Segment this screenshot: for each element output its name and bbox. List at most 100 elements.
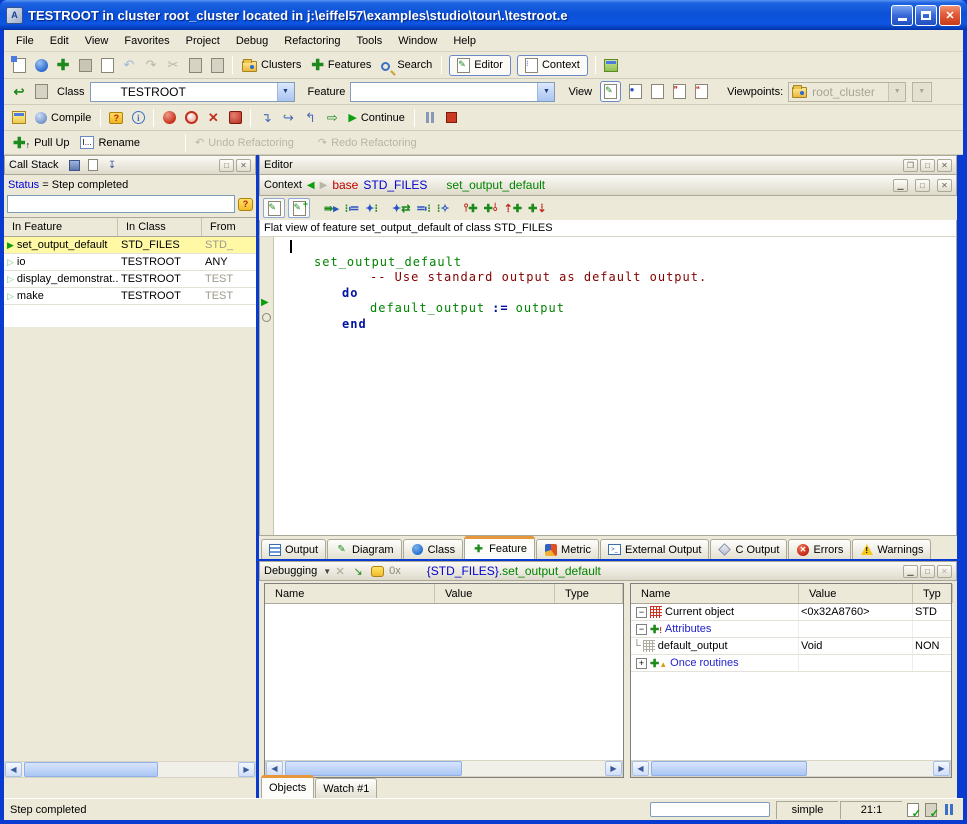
compile-button[interactable]: Compile xyxy=(30,110,96,126)
text-view-button[interactable]: ✎ xyxy=(600,81,621,102)
history-back-icon[interactable]: ◀ xyxy=(307,180,315,191)
tab-errors[interactable]: ✕Errors xyxy=(788,539,851,559)
scroll-left-icon[interactable]: ◀ xyxy=(5,762,22,777)
continue-button[interactable]: ▶ Continue xyxy=(343,109,410,126)
menu-refactoring[interactable]: Refactoring xyxy=(276,32,348,50)
add-icon[interactable]: ✚ xyxy=(54,56,72,74)
maximize-button[interactable] xyxy=(915,5,937,26)
back-icon[interactable]: ↩ xyxy=(10,83,28,101)
call-stack-import-icon[interactable]: ↧ xyxy=(105,158,120,173)
call-stack-maximize-icon[interactable]: □ xyxy=(219,159,234,172)
debugging-titlebar[interactable]: Debugging ▼ ✕ ↘ 0x {STD_FILES}.set_outpu… xyxy=(259,561,957,581)
homonyms-view-icon[interactable]: ⁝✧ xyxy=(437,202,450,215)
tab-class[interactable]: Class xyxy=(403,539,464,559)
objects-col-value[interactable]: Value xyxy=(799,584,913,603)
step-out-icon[interactable]: ↰ xyxy=(301,109,319,127)
context-minimize-icon[interactable]: ▁ xyxy=(893,179,908,192)
disable-breakpoints-icon[interactable] xyxy=(182,109,200,127)
call-stack-row[interactable]: ▷display_demonstrat... TESTROOT TEST xyxy=(4,271,256,288)
call-stack-save-icon[interactable] xyxy=(67,158,82,173)
clusters-button[interactable]: Clusters xyxy=(237,56,306,74)
step-over-icon[interactable]: ↪ xyxy=(279,109,297,127)
tab-watch-1[interactable]: Watch #1 xyxy=(315,778,377,798)
scroll-right-icon[interactable]: ▶ xyxy=(238,762,255,777)
call-stack-row[interactable]: ▷io TESTROOT ANY xyxy=(4,254,256,271)
breadcrumb-class[interactable]: STD_FILES xyxy=(363,178,427,192)
col-in-class[interactable]: In Class xyxy=(118,218,202,236)
object-tree-row[interactable]: └default_output Void NON xyxy=(631,638,951,655)
tab-output[interactable]: Output xyxy=(261,539,326,559)
assignees-view-icon[interactable]: ≕⁝ xyxy=(416,202,431,215)
menu-help[interactable]: Help xyxy=(445,32,484,50)
debugging-maximize-icon[interactable]: □ xyxy=(920,565,935,578)
tab-c-output[interactable]: C Output xyxy=(710,539,787,559)
collapse-icon[interactable]: − xyxy=(636,607,647,618)
edit-feature-icon[interactable]: ✎ xyxy=(263,198,285,218)
pull-up-button[interactable]: ✚↑ Pull Up xyxy=(8,132,75,154)
watch-hscrollbar[interactable]: ◀ ▶ xyxy=(265,760,623,777)
class-combo[interactable]: TESTROOT ▼ xyxy=(90,82,295,102)
watch-table-body[interactable] xyxy=(265,604,623,760)
rename-button[interactable]: I... Rename xyxy=(75,134,145,151)
descendants-view-icon[interactable]: ✚⫰ xyxy=(484,202,498,215)
tab-warnings[interactable]: !Warnings xyxy=(852,539,931,559)
menu-project[interactable]: Project xyxy=(178,32,228,50)
call-stack-titlebar[interactable]: Call Stack ↧ □ ✕ xyxy=(4,155,256,175)
implementers-view-icon[interactable]: ✦⇄ xyxy=(392,202,410,215)
menu-debug[interactable]: Debug xyxy=(228,32,276,50)
menu-file[interactable]: File xyxy=(8,32,42,50)
breakpoints-window-icon[interactable] xyxy=(226,109,244,127)
watch-col-type[interactable]: Type xyxy=(555,584,623,603)
scroll-thumb[interactable] xyxy=(651,761,807,776)
title-bar[interactable]: A TESTROOT in cluster root_cluster locat… xyxy=(0,0,967,30)
objects-table-header[interactable]: Name Value Typ xyxy=(631,584,951,604)
features-button[interactable]: ✚ Features xyxy=(306,54,376,76)
objects-table-body[interactable]: −Current object <0x32A8760> STD −✚!Attri… xyxy=(631,604,951,760)
search-button[interactable]: Search xyxy=(376,57,437,73)
feature-combo[interactable]: ▼ xyxy=(350,82,555,102)
clickable-view-icon[interactable]: ● xyxy=(626,83,644,101)
objects-hscrollbar[interactable]: ◀ ▶ xyxy=(631,760,951,777)
scroll-left-icon[interactable]: ◀ xyxy=(266,761,283,776)
compile-ok-icon[interactable] xyxy=(905,802,921,817)
collapse-icon[interactable]: − xyxy=(636,624,647,635)
editor-gutter[interactable]: ▶ xyxy=(260,237,274,535)
tab-diagram[interactable]: ✎Diagram xyxy=(327,539,402,559)
expand-icon[interactable]: + xyxy=(636,658,647,669)
breakpoint-slot-icon[interactable] xyxy=(262,313,271,322)
go-to-feature-icon[interactable]: ⇛▸ xyxy=(324,202,339,215)
object-tree-row[interactable]: −Current object <0x32A8760> STD xyxy=(631,604,951,621)
hex-format-label[interactable]: 0x xyxy=(389,565,401,577)
call-stack-row[interactable]: ▶set_output_default STD_FILES STD_ xyxy=(4,237,256,254)
objects-col-type[interactable]: Typ xyxy=(913,584,953,603)
contract-view-icon[interactable]: ❞ xyxy=(670,83,688,101)
objects-col-name[interactable]: Name xyxy=(631,584,799,603)
menu-view[interactable]: View xyxy=(77,32,117,50)
remove-breakpoints-icon[interactable]: ✕ xyxy=(204,109,222,127)
query-bubble-icon[interactable] xyxy=(369,562,385,580)
watch-col-name[interactable]: Name xyxy=(265,584,435,603)
tab-external-output[interactable]: >_External Output xyxy=(600,539,709,559)
watch-col-value[interactable]: Value xyxy=(435,584,555,603)
tab-objects[interactable]: Objects xyxy=(261,775,314,798)
pause-icon[interactable] xyxy=(421,109,439,127)
step-into-icon[interactable]: ↴ xyxy=(257,109,275,127)
editor-float-icon[interactable]: ❐ xyxy=(903,159,918,172)
stop-icon[interactable] xyxy=(443,109,461,127)
creators-view-icon[interactable]: ✦⁝ xyxy=(365,202,378,215)
tab-metric[interactable]: Metric xyxy=(536,539,599,559)
scroll-right-icon[interactable]: ▶ xyxy=(605,761,622,776)
project-saved-icon[interactable] xyxy=(923,802,939,817)
assigners-view-icon[interactable]: ⁝≔ xyxy=(345,202,360,215)
stack-depth-input[interactable] xyxy=(7,195,235,213)
exception-info-icon[interactable]: i xyxy=(129,109,147,127)
run-to-cursor-icon[interactable]: ⇨ xyxy=(323,109,341,127)
minimize-button[interactable] xyxy=(891,5,913,26)
breadcrumb-cluster[interactable]: base xyxy=(332,178,358,192)
menu-tools[interactable]: Tools xyxy=(349,32,391,50)
menu-favorites[interactable]: Favorites xyxy=(116,32,177,50)
call-stack-row[interactable]: ▷make TESTROOT TEST xyxy=(4,288,256,305)
ancestors-view-icon[interactable]: ⫯✚ xyxy=(464,202,478,215)
code-area[interactable]: set_output_default -- Use standard outpu… xyxy=(274,237,956,535)
debugging-minimize-icon[interactable]: ▁ xyxy=(903,565,918,578)
